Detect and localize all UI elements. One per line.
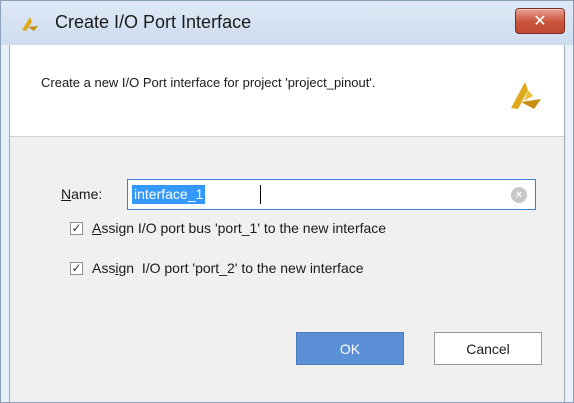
assign-port-checkbox[interactable]: ✓ <box>70 261 83 275</box>
assign-port-bus-option[interactable]: ✓ Assign I/O port bus 'port_1' to the ne… <box>70 218 386 238</box>
dialog-description: Create a new I/O Port interface for proj… <box>41 75 376 90</box>
assign-port-bus-label: Assign I/O port bus 'port_1' to the new … <box>92 220 387 236</box>
close-icon: ✕ <box>533 13 547 30</box>
name-label: Name: <box>61 186 103 202</box>
name-input-value: interface_1 <box>132 185 206 204</box>
cancel-button-label: Cancel <box>466 340 510 357</box>
dialog-title: Create I/O Port Interface <box>55 12 252 32</box>
header-panel: Create a new I/O Port interface for proj… <box>10 45 564 137</box>
text-caret <box>260 185 261 204</box>
assign-port-option[interactable]: ✓ Assign I/O port 'port_2' to the new in… <box>70 258 364 278</box>
vivado-logo-icon <box>511 82 541 109</box>
assign-port-bus-checkbox[interactable]: ✓ <box>70 221 83 235</box>
dialog-window: Create I/O Port Interface ✕ Create a new… <box>0 0 574 403</box>
title-bar[interactable]: Create I/O Port Interface ✕ <box>1 1 573 45</box>
name-input[interactable]: interface_1 × <box>127 179 536 210</box>
clear-icon[interactable]: × <box>511 187 527 203</box>
ok-button-label: OK <box>339 340 361 357</box>
cancel-button[interactable]: Cancel <box>434 332 542 365</box>
vivado-logo-icon <box>22 17 38 31</box>
dialog-body: Create a new I/O Port interface for proj… <box>9 45 565 402</box>
assign-port-label: Assign I/O port 'port_2' to the new inte… <box>92 260 364 276</box>
close-button[interactable]: ✕ <box>515 8 565 34</box>
ok-button[interactable]: OK <box>296 332 404 365</box>
